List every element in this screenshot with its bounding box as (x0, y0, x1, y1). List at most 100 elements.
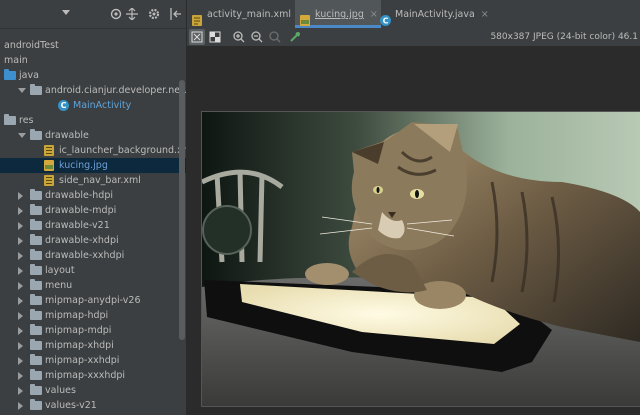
folder-icon (30, 294, 42, 305)
hide-icon[interactable] (170, 8, 182, 23)
project-toolbar (0, 0, 186, 29)
tree-item-label: layout (45, 265, 75, 276)
folder-icon (30, 339, 42, 350)
tree-item[interactable]: drawable-v21 (0, 218, 186, 233)
folder-icon (30, 399, 42, 410)
gear-icon[interactable] (148, 8, 160, 23)
tree-item[interactable]: android.cianjur.developer.net.basicand (0, 83, 186, 98)
tree-item[interactable]: values (0, 383, 186, 398)
tree-item[interactable]: drawable-xxhdpi (0, 248, 186, 263)
chevron-right-icon[interactable] (18, 192, 23, 200)
chevron-right-icon[interactable] (18, 372, 23, 380)
chevron-right-icon[interactable] (18, 357, 23, 365)
folder-icon (30, 129, 42, 140)
tab-mainactivity-java[interactable]: C MainActivity.java × (375, 0, 503, 28)
chevron-right-icon[interactable] (18, 297, 23, 305)
tree-item[interactable]: menu (0, 278, 186, 293)
color-picker-icon[interactable] (287, 29, 303, 45)
folder-icon (30, 384, 42, 395)
folder-icon (30, 324, 42, 335)
chevron-down-icon[interactable] (18, 133, 26, 138)
chevron-right-icon[interactable] (18, 237, 23, 245)
editor-tab-bar: activity_main.xml× kucing.jpg× C MainAct… (187, 0, 640, 29)
tree-item-label: androidTest (4, 40, 59, 51)
folder-icon (30, 219, 42, 230)
tree-item[interactable]: mipmap-mdpi (0, 323, 186, 338)
tab-activity-main-xml[interactable]: activity_main.xml× (187, 0, 305, 28)
tree-item-label: android.cianjur.developer.net.basicand (45, 85, 186, 96)
chessboard-icon[interactable] (207, 29, 223, 45)
tree-item-label: mipmap-xxxhdpi (45, 370, 126, 381)
tree-item-label: drawable-mdpi (45, 205, 117, 216)
tree-item-label: drawable (45, 130, 89, 141)
tree-item-label: mipmap-hdpi (45, 310, 109, 321)
tree-item[interactable]: mipmap-hdpi (0, 308, 186, 323)
image-file-icon (44, 160, 54, 171)
tree-item[interactable]: drawable-mdpi (0, 203, 186, 218)
chevron-right-icon[interactable] (18, 327, 23, 335)
tree-item-label: drawable-xhdpi (45, 235, 119, 246)
folder-icon (30, 204, 42, 215)
dropdown-arrow-icon[interactable] (62, 8, 70, 19)
tree-item[interactable]: mipmap-anydpi-v26 (0, 293, 186, 308)
tree-item[interactable]: drawable-hdpi (0, 188, 186, 203)
folder-icon (30, 189, 42, 200)
xml-file-icon (44, 145, 54, 156)
tree-item-label: mipmap-mdpi (45, 325, 112, 336)
chevron-right-icon[interactable] (18, 282, 23, 290)
tab-kucing-jpg[interactable]: kucing.jpg × (295, 0, 381, 28)
project-tree: androidTest main java android.cianjur.devel… (0, 38, 186, 415)
tree-item-label: mipmap-anydpi-v26 (45, 295, 141, 306)
chevron-right-icon[interactable] (18, 222, 23, 230)
tree-item-label: main (4, 55, 28, 66)
tree-item-label: drawable-xxhdpi (45, 250, 125, 261)
tree-item-label: java (19, 70, 39, 81)
tree-item[interactable]: C MainActivity (0, 98, 186, 113)
chevron-right-icon[interactable] (18, 402, 23, 410)
image-info-label: 580x387 JPEG (24-bit color) 46.1 (490, 32, 638, 42)
tree-item[interactable]: java (0, 68, 186, 83)
tree-item[interactable]: layout (0, 263, 186, 278)
tree-item[interactable]: side_nav_bar.xml (0, 173, 186, 188)
project-scrollbar[interactable] (179, 80, 185, 340)
image-editor-toolbar: 580x387 JPEG (24-bit color) 46.1 (187, 28, 640, 47)
actual-size-icon[interactable] (267, 29, 283, 45)
tree-item[interactable]: mipmap-xhdpi (0, 338, 186, 353)
tree-item[interactable]: drawable (0, 128, 186, 143)
chevron-right-icon[interactable] (18, 267, 23, 275)
tree-item-label: values (45, 385, 76, 396)
folder-icon (30, 234, 42, 245)
tab-label: MainActivity.java (395, 9, 475, 20)
close-icon[interactable]: × (481, 9, 489, 20)
tree-item[interactable]: ic_launcher_background.xml (0, 143, 186, 158)
tree-item[interactable]: androidTest (0, 38, 186, 53)
chevron-right-icon[interactable] (18, 387, 23, 395)
chevron-right-icon[interactable] (18, 312, 23, 320)
tree-item[interactable]: main (0, 53, 186, 68)
tree-item-label: side_nav_bar.xml (59, 175, 141, 186)
target-icon[interactable] (110, 8, 122, 23)
tree-item-label: ic_launcher_background.xml (59, 145, 186, 156)
grid-toggle-icon[interactable] (189, 29, 205, 45)
chevron-down-icon[interactable] (18, 88, 26, 93)
tree-item-label: res (19, 115, 34, 126)
tree-item[interactable]: drawable-xhdpi (0, 233, 186, 248)
chevron-right-icon[interactable] (18, 342, 23, 350)
tree-item-label: drawable-v21 (45, 220, 110, 231)
zoom-in-icon[interactable] (231, 29, 247, 45)
collapse-icon[interactable] (126, 7, 138, 23)
tree-item-label: drawable-hdpi (45, 190, 114, 201)
folder-icon (30, 249, 42, 260)
zoom-out-icon[interactable] (249, 29, 265, 45)
tree-item[interactable]: values-v21 (0, 398, 186, 413)
chevron-right-icon[interactable] (18, 252, 23, 260)
tree-item[interactable]: mipmap-xxhdpi (0, 353, 186, 368)
tree-item-label: MainActivity (73, 100, 132, 111)
tree-item[interactable]: res (0, 113, 186, 128)
tab-label: kucing.jpg (315, 9, 364, 20)
folder-icon (30, 264, 42, 275)
tree-item[interactable]: kucing.jpg (0, 158, 186, 173)
chevron-right-icon[interactable] (18, 207, 23, 215)
folder-icon (30, 369, 42, 380)
tree-item[interactable]: mipmap-xxxhdpi (0, 368, 186, 383)
